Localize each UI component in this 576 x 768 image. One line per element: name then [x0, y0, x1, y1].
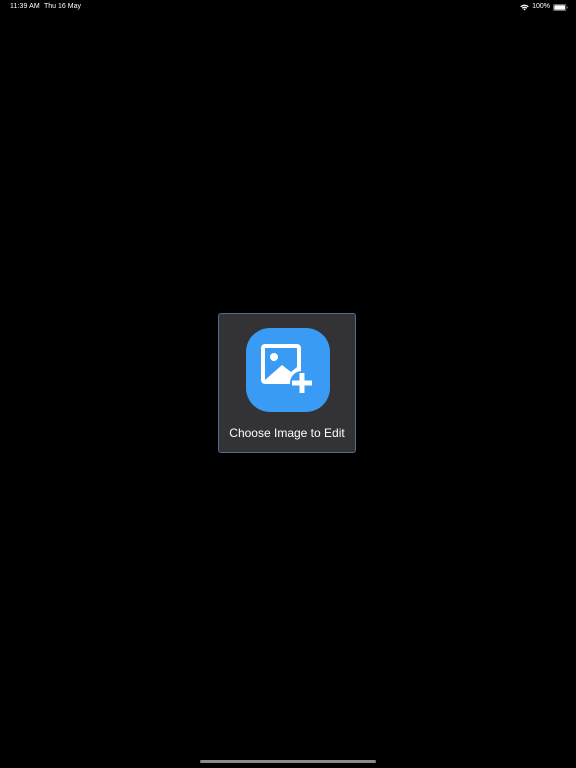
choose-image-label: Choose Image to Edit	[229, 426, 345, 440]
home-indicator[interactable]	[200, 760, 376, 763]
status-time: 11:39 AM	[10, 3, 40, 10]
status-bar: 11:39 AM Thu 16 May 100%	[0, 0, 576, 14]
image-add-icon	[261, 344, 314, 395]
wifi-icon	[520, 4, 529, 10]
choose-image-button[interactable]: Choose Image to Edit	[218, 313, 356, 453]
screen: 11:39 AM Thu 16 May 100% Choose Image to…	[0, 0, 576, 768]
battery-full-icon	[553, 3, 568, 11]
app-icon-tile	[246, 328, 330, 412]
status-date: Thu 16 May	[44, 3, 81, 10]
status-indicators: 100%	[520, 2, 568, 12]
battery-percent: 100%	[532, 3, 550, 10]
